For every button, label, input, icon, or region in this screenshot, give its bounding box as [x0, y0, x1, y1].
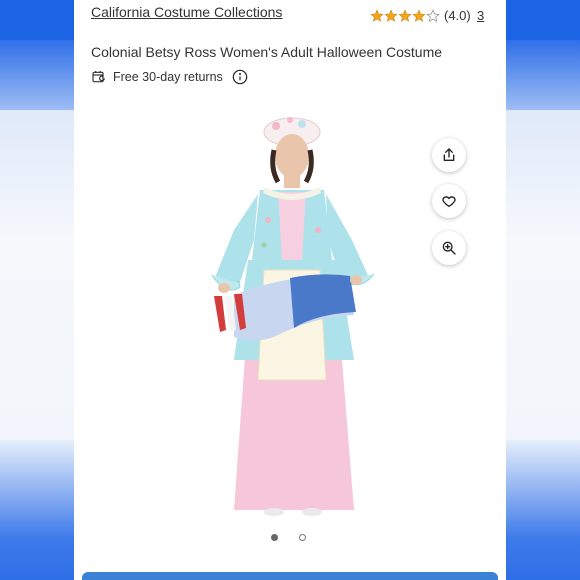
star-full-icon	[370, 8, 384, 22]
rating-stars	[370, 8, 440, 23]
product-title: Colonial Betsy Ross Women's Adult Hallow…	[91, 44, 443, 60]
product-panel: California Costume Collections (4.0) 3 C…	[74, 0, 506, 580]
product-photo[interactable]	[194, 110, 394, 520]
zoom-in-icon	[442, 241, 456, 255]
share-icon	[443, 148, 455, 161]
favorite-button[interactable]	[432, 184, 466, 218]
heart-icon	[442, 196, 456, 207]
calendar-return-icon	[92, 71, 105, 83]
returns-text: Free 30-day returns	[113, 70, 223, 84]
returns-info: Free 30-day returns	[91, 69, 248, 85]
zoom-button[interactable]	[432, 231, 466, 265]
review-count-link[interactable]: 3	[477, 8, 484, 23]
brand-link[interactable]: California Costume Collections	[91, 4, 282, 20]
bottom-action-bar[interactable]	[82, 572, 498, 580]
rating-value: (4.0)	[444, 8, 471, 23]
background-right	[506, 0, 580, 580]
carousel-dot-2[interactable]	[299, 534, 306, 541]
star-empty-icon	[426, 8, 440, 22]
carousel-dot-1[interactable]	[271, 534, 278, 541]
product-rating[interactable]: (4.0)	[370, 8, 471, 23]
info-icon[interactable]	[232, 69, 248, 85]
star-full-icon	[384, 8, 398, 22]
carousel-indicators	[271, 534, 327, 541]
star-full-icon	[398, 8, 412, 22]
background-left	[0, 0, 74, 580]
star-full-icon	[412, 8, 426, 22]
share-button[interactable]	[432, 138, 466, 172]
